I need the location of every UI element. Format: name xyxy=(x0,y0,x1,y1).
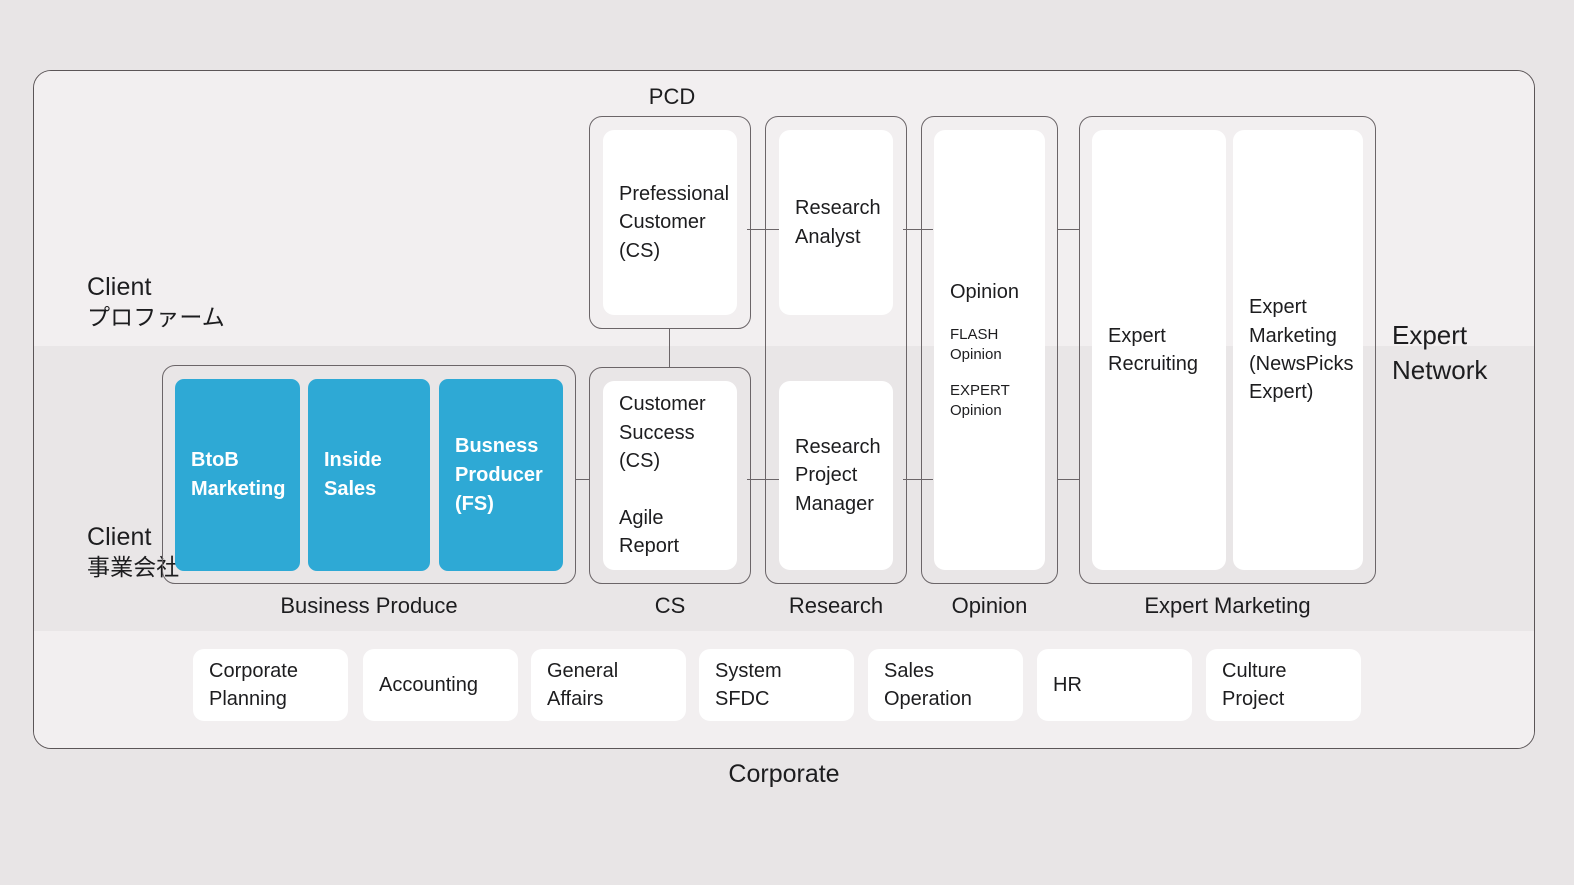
card-expert-marketing-newspicks[interactable]: Expert Marketing (NewsPicks Expert) xyxy=(1233,130,1363,570)
card-sales-operation[interactable]: Sales Operation xyxy=(868,649,1023,721)
card-corporate-planning[interactable]: Corporate Planning xyxy=(193,649,348,721)
card-expert-recruiting[interactable]: Expert Recruiting xyxy=(1092,130,1226,570)
card-inside-sales[interactable]: Inside Sales xyxy=(308,379,430,571)
card-general-affairs-label: General Affairs xyxy=(547,659,619,710)
card-system-sfdc[interactable]: System SFDC xyxy=(699,649,854,721)
pcd-caption: PCD xyxy=(0,84,1574,110)
connector-opinion-expert-lower xyxy=(1058,479,1080,481)
card-inside-sales-label: Inside Sales xyxy=(324,449,382,500)
card-corporate-planning-label: Corporate Planning xyxy=(209,659,298,710)
pcd-caption-text: PCD xyxy=(648,84,696,109)
connector-bp-cs xyxy=(575,479,590,481)
card-customer-success-label: Customer Success (CS) Agile Report xyxy=(619,393,706,558)
card-opinion-title: Opinion xyxy=(950,280,1019,303)
card-sales-operation-label: Sales Operation xyxy=(884,659,972,710)
card-culture-project-label: Culture Project xyxy=(1222,659,1287,710)
column-caption-cs: CS xyxy=(654,593,686,618)
row-label-client-jigyo-title: Client xyxy=(87,523,152,551)
row-label-client-profirm-title: Client xyxy=(87,273,152,301)
diagram-canvas: PCD Expert Network Client プロファーム Client … xyxy=(0,0,1574,885)
card-research-analyst[interactable]: Research Analyst xyxy=(779,130,893,315)
column-caption-research: Research xyxy=(788,593,884,618)
expert-network-label-line1: Expert xyxy=(1392,320,1468,350)
card-btob-marketing-label: BtoB Marketing xyxy=(191,449,286,500)
org-chart-frame: Client プロファーム Client 事業会社 BtoB Marketing xyxy=(33,70,1535,749)
card-research-project-manager-label: Research Project Manager xyxy=(795,435,881,515)
card-btob-marketing[interactable]: BtoB Marketing xyxy=(175,379,300,571)
row-label-client-profirm: Client プロファーム xyxy=(87,271,225,332)
card-hr-label: HR xyxy=(1053,673,1082,696)
column-caption-business-produce: Business Produce xyxy=(280,593,458,618)
expert-network-label-line2: Network xyxy=(1392,355,1488,386)
card-business-producer-fs-label: Busness Producer (FS) xyxy=(455,434,543,515)
card-opinion[interactable]: Opinion FLASH Opinion EXPERT Opinion xyxy=(934,130,1045,570)
card-accounting-label: Accounting xyxy=(379,673,478,696)
corporate-caption-text: Corporate xyxy=(728,760,840,788)
card-opinion-flash: FLASH Opinion xyxy=(950,325,1002,363)
card-expert-recruiting-label: Expert Recruiting xyxy=(1108,324,1199,375)
connector-cs-vertical xyxy=(669,329,671,367)
corporate-caption: Corporate xyxy=(0,760,1574,789)
card-customer-success[interactable]: Customer Success (CS) Agile Report xyxy=(603,381,737,570)
row-label-client-profirm-subtitle: プロファーム xyxy=(87,304,225,330)
card-prefessional-customer-label: Prefessional Customer (CS) xyxy=(619,182,730,262)
card-expert-marketing-newspicks-label: Expert Marketing (NewsPicks Expert) xyxy=(1249,296,1354,404)
card-hr[interactable]: HR xyxy=(1037,649,1192,721)
column-caption-opinion: Opinion xyxy=(951,593,1028,618)
card-accounting[interactable]: Accounting xyxy=(363,649,518,721)
expert-network-label: Expert Network xyxy=(1392,318,1487,388)
connector-opinion-expert-upper xyxy=(1058,229,1080,231)
card-opinion-expert: EXPERT Opinion xyxy=(950,382,1010,420)
card-system-sfdc-label: System SFDC xyxy=(715,659,782,710)
card-prefessional-customer[interactable]: Prefessional Customer (CS) xyxy=(603,130,737,315)
card-opinion-content: Opinion FLASH Opinion EXPERT Opinion xyxy=(950,279,1019,421)
card-research-project-manager[interactable]: Research Project Manager xyxy=(779,381,893,570)
card-culture-project[interactable]: Culture Project xyxy=(1206,649,1361,721)
card-research-analyst-label: Research Analyst xyxy=(795,197,881,248)
card-general-affairs[interactable]: General Affairs xyxy=(531,649,686,721)
column-caption-expert-marketing: Expert Marketing xyxy=(1144,593,1311,618)
card-business-producer-fs[interactable]: Busness Producer (FS) xyxy=(439,379,563,571)
